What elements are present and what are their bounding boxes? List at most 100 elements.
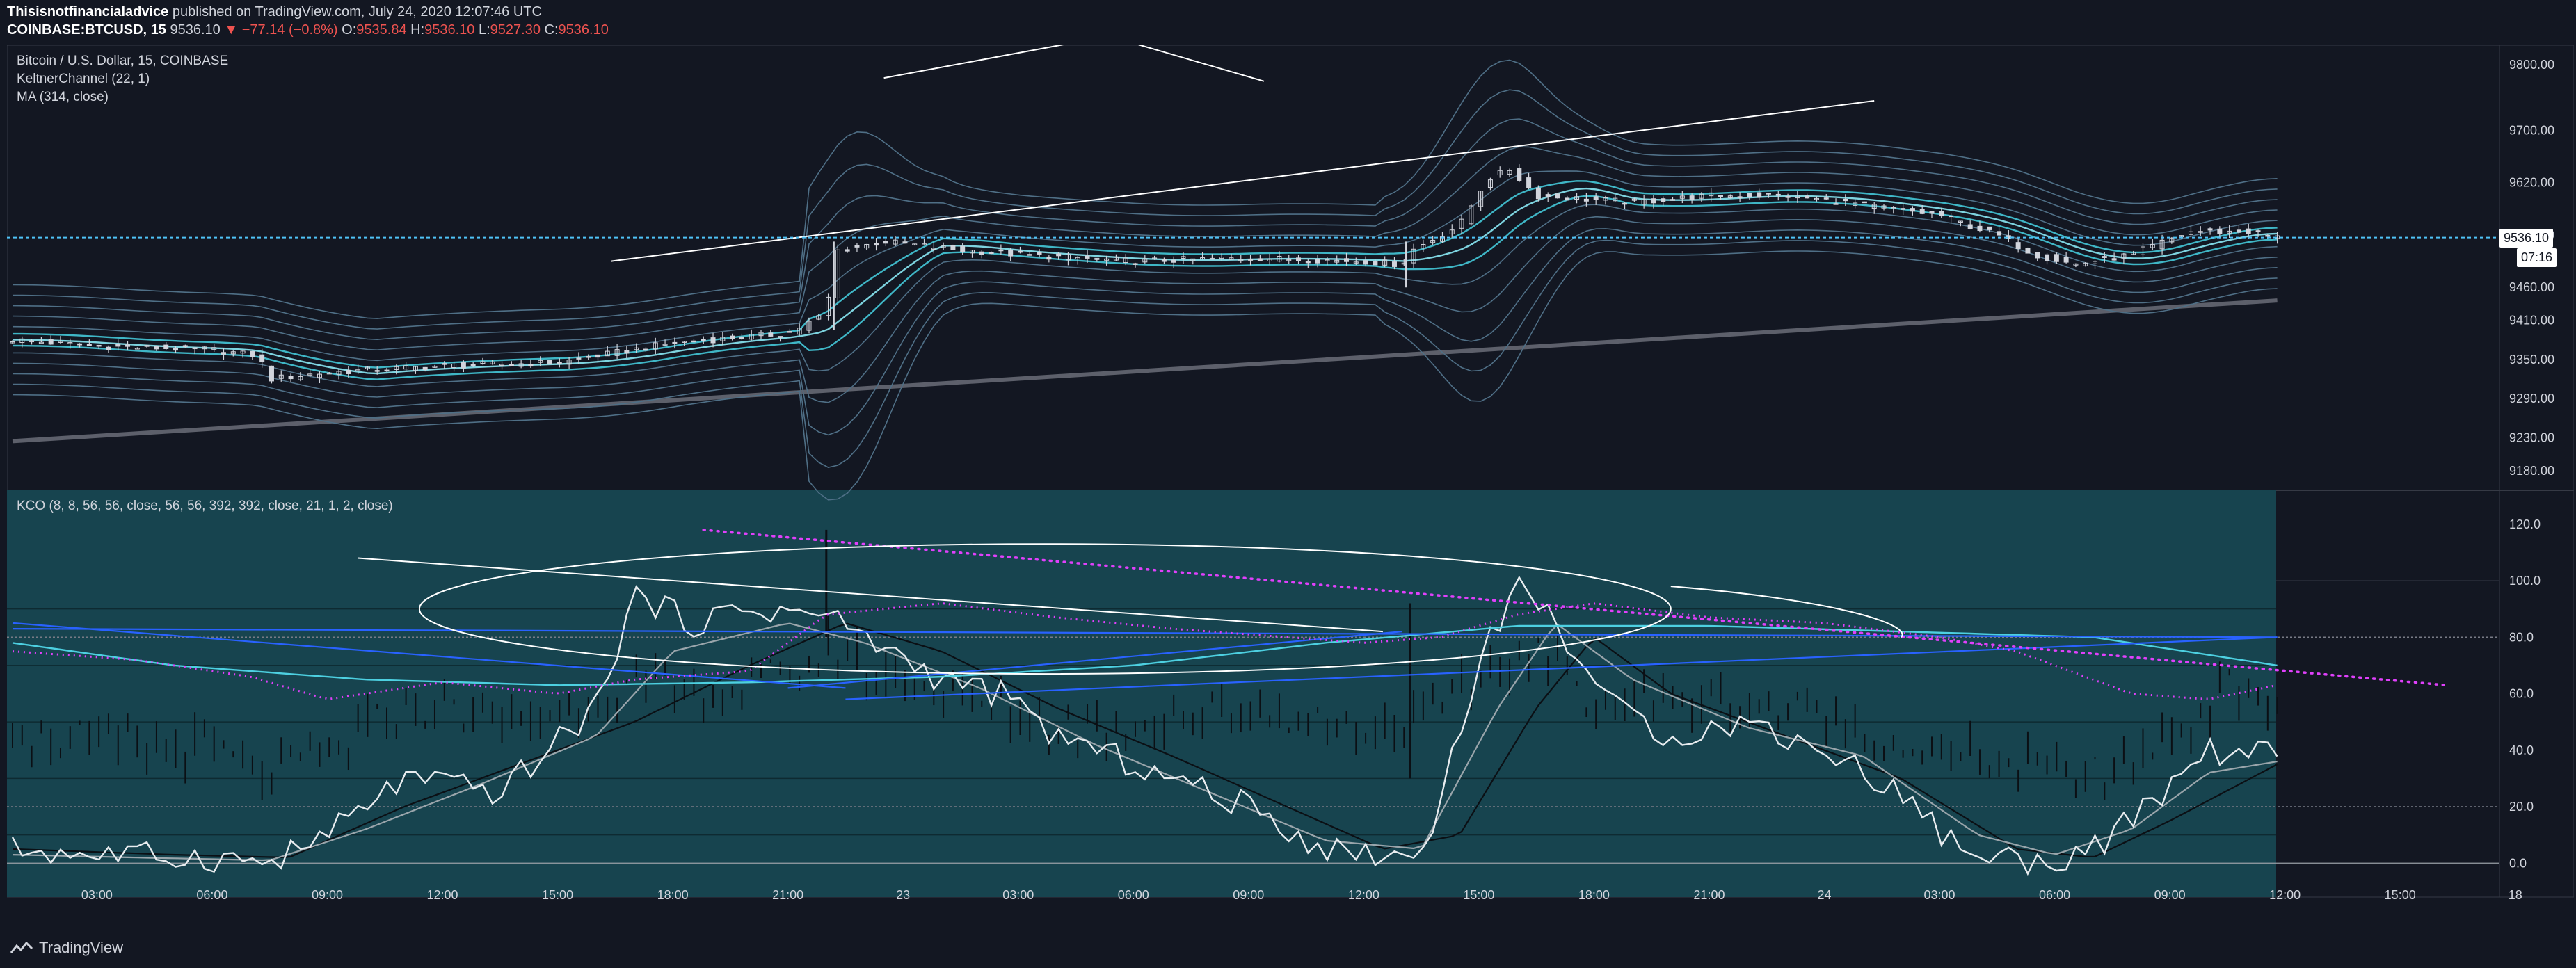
candle-body bbox=[528, 364, 534, 367]
candle-body bbox=[38, 341, 44, 344]
price-axis-tick: 9410.00 bbox=[2509, 313, 2554, 327]
candle-body bbox=[547, 360, 553, 365]
time-axis-tick: 03:00 bbox=[1002, 888, 1034, 901]
chart-header: Thisisnotfinancialadvice published on Tr… bbox=[0, 0, 2576, 43]
candle-body bbox=[557, 361, 562, 364]
time-axis-tick: 18:00 bbox=[1578, 888, 1610, 901]
chart-canvas[interactable]: 9800.009700.009620.009540.009460.009410.… bbox=[7, 45, 2574, 901]
tradingview-brand[interactable]: TradingView bbox=[10, 939, 123, 957]
candle-body bbox=[883, 241, 888, 244]
candle-body bbox=[950, 245, 956, 250]
last-price-badge: 9536.10 bbox=[2499, 228, 2554, 248]
candle-body bbox=[2035, 252, 2040, 259]
candle-body bbox=[1939, 211, 1944, 217]
candle-body bbox=[1363, 260, 1368, 265]
candle-body bbox=[163, 344, 169, 349]
candle-body bbox=[1248, 259, 1254, 261]
keltner-mid-band-2 bbox=[12, 187, 2278, 375]
candle-body bbox=[346, 370, 351, 374]
price-axis-tick: 9700.00 bbox=[2509, 123, 2554, 137]
candle-body bbox=[979, 251, 984, 255]
time-axis-tick: 06:00 bbox=[2039, 888, 2070, 901]
candle-body bbox=[1785, 196, 1791, 198]
candle-body bbox=[1766, 193, 1771, 195]
candle-body bbox=[2054, 254, 2059, 262]
candle-body bbox=[1593, 196, 1599, 200]
time-axis-tick: 06:00 bbox=[1118, 888, 1149, 901]
candle-body bbox=[259, 354, 265, 363]
candle-body bbox=[2015, 242, 2021, 249]
candle-body bbox=[2025, 248, 2031, 254]
time-axis-tick: 15:00 bbox=[542, 888, 573, 901]
kco-legend[interactable]: KCO (8, 8, 56, 56, close, 56, 56, 392, 3… bbox=[17, 499, 393, 514]
candle-body bbox=[902, 241, 908, 244]
candle-body bbox=[2198, 231, 2203, 233]
candle-body bbox=[1171, 259, 1176, 263]
chart-frame[interactable]: 9800.009700.009620.009540.009460.009410.… bbox=[7, 45, 2574, 901]
time-axis-tick: 18 bbox=[2509, 888, 2522, 901]
candle-body bbox=[422, 366, 428, 371]
time-axis-tick: 15:00 bbox=[2385, 888, 2416, 901]
author-name[interactable]: Thisisnotfinancialadvice bbox=[7, 4, 168, 19]
candle-body bbox=[2246, 228, 2251, 234]
high-value: 9536.10 bbox=[424, 22, 475, 38]
candle-body bbox=[672, 341, 678, 344]
price-axis-tick: 9620.00 bbox=[2509, 176, 2554, 190]
candle-body bbox=[989, 252, 994, 255]
candle-body bbox=[250, 350, 255, 357]
candle-body bbox=[1910, 208, 1915, 212]
osc-axis-tick: 0.0 bbox=[2509, 856, 2527, 870]
price-axis-tick: 9800.00 bbox=[2509, 58, 2554, 72]
candle-body bbox=[1133, 263, 1138, 265]
candle-body bbox=[288, 376, 294, 380]
time-axis-tick: 12:00 bbox=[426, 888, 458, 901]
candle-body bbox=[691, 340, 696, 343]
candle-body bbox=[2063, 256, 2069, 263]
osc-axis-tick: 80.0 bbox=[2509, 630, 2534, 644]
osc-axis-tick: 40.0 bbox=[2509, 743, 2534, 757]
candle-body bbox=[1997, 231, 2002, 236]
candle-body bbox=[461, 362, 466, 369]
candle-body bbox=[1977, 225, 1983, 232]
candle-body bbox=[768, 332, 774, 337]
ohlc-legend: COINBASE:BTCUSD, 15 9536.10 ▼ −77.14 (−0… bbox=[7, 22, 609, 38]
candle-body bbox=[595, 354, 600, 358]
candle-body bbox=[374, 370, 380, 372]
keltner-legend[interactable]: KeltnerChannel (22, 1) bbox=[17, 72, 150, 87]
time-axis-tick: 12:00 bbox=[2269, 888, 2301, 901]
candle-body bbox=[1661, 198, 1666, 202]
ma-legend[interactable]: MA (314, close) bbox=[17, 90, 109, 105]
candle-body bbox=[1757, 192, 1762, 198]
keltner-band-1 bbox=[12, 239, 2278, 468]
candle-body bbox=[1929, 211, 1935, 214]
close-value: 9536.10 bbox=[558, 22, 609, 38]
price-axis-tick: 9350.00 bbox=[2509, 353, 2554, 366]
candle-body bbox=[1046, 256, 1052, 260]
keltner-mid-band-0 bbox=[12, 195, 2278, 380]
candle-body bbox=[470, 364, 476, 366]
candle-body bbox=[586, 356, 591, 358]
candle-body bbox=[509, 364, 514, 366]
candle-body bbox=[643, 348, 648, 351]
candle-body bbox=[1565, 197, 1570, 201]
osc-axis-tick: 100.0 bbox=[2509, 574, 2541, 588]
close-label: C: bbox=[544, 22, 559, 38]
price-trend-line-2 bbox=[1137, 45, 1265, 82]
candle-body bbox=[384, 369, 390, 372]
candle-body bbox=[154, 346, 159, 350]
candle-body bbox=[269, 365, 274, 382]
candle-body bbox=[125, 344, 131, 347]
candle-body bbox=[874, 243, 879, 246]
candle-body bbox=[787, 331, 792, 333]
time-axis-tick: 24 bbox=[1817, 888, 1831, 901]
price-axis-tick: 9290.00 bbox=[2509, 392, 2554, 405]
candle-body bbox=[1373, 261, 1378, 266]
low-value: 9527.30 bbox=[490, 22, 541, 38]
candle-body bbox=[710, 337, 716, 344]
candle-body bbox=[115, 343, 121, 347]
keltner-band-3 bbox=[12, 216, 2278, 403]
low-label: L: bbox=[478, 22, 490, 38]
candles bbox=[10, 164, 2280, 384]
time-axis-tick: 03:00 bbox=[1924, 888, 1955, 901]
brand-label: TradingView bbox=[39, 939, 124, 956]
